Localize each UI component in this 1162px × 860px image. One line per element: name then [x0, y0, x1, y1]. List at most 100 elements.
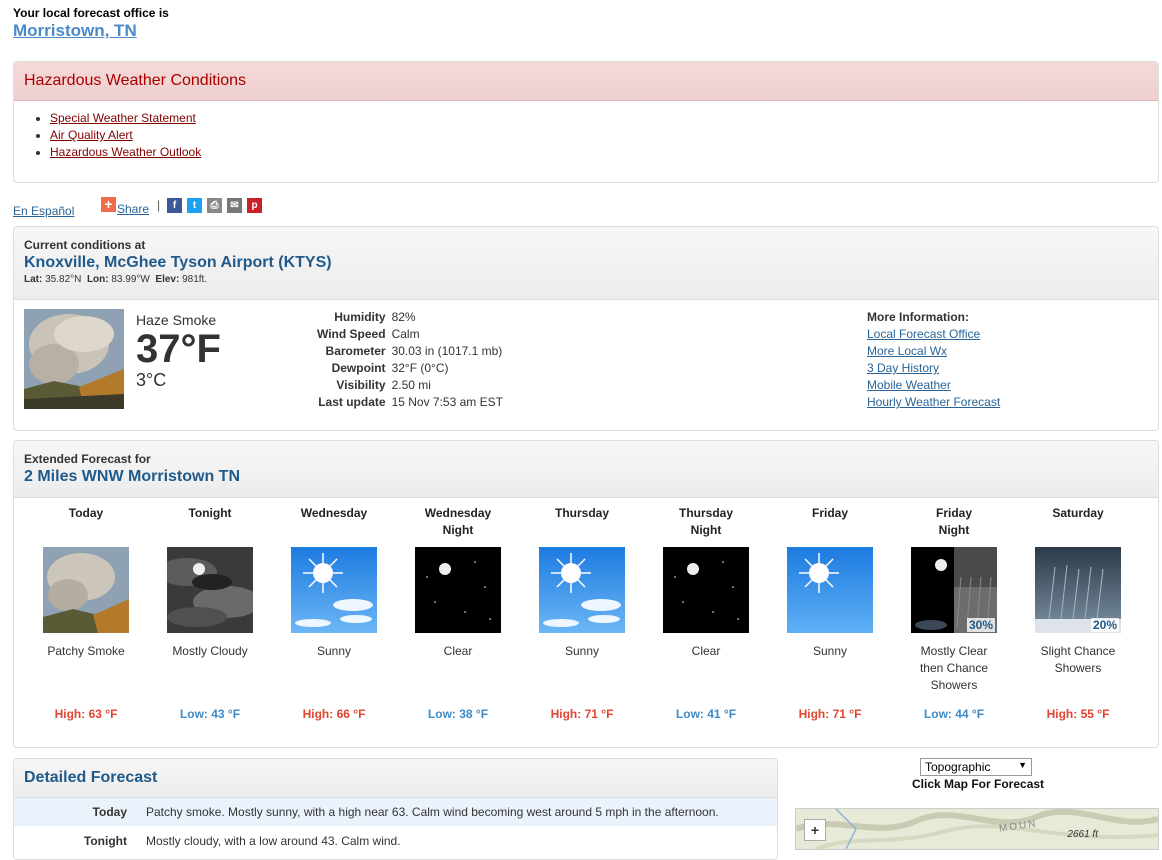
period-name-line: Friday	[935, 506, 972, 520]
detail-value: 2.50 mi	[391, 378, 431, 392]
period-name: Saturday	[1016, 505, 1140, 539]
more-info-link[interactable]: Local Forecast Office	[867, 326, 1000, 343]
forecast-period: Today Patchy Smoke High: 63 °F	[24, 505, 148, 721]
table-row: Visibility 2.50 mi	[314, 377, 506, 394]
period-description: Sunny	[520, 643, 644, 697]
period-temp: Low: 38 °F	[427, 707, 489, 721]
map-zoom-in-button[interactable]: +	[804, 819, 826, 841]
period-name-line: Saturday	[1052, 506, 1104, 520]
period-name: Wednesday	[272, 505, 396, 539]
period-description: Clear	[644, 643, 768, 697]
forecast-period: Thursday Night Clear Low: 41 °F	[644, 505, 768, 721]
twitter-icon[interactable]: t	[187, 198, 202, 213]
period-name: Tonight	[148, 505, 272, 539]
period-description-line: Sunny	[316, 644, 352, 658]
forecast-icon-box	[415, 547, 501, 633]
lon-value: 83.99°W	[111, 274, 150, 285]
lon-label: Lon:	[86, 274, 109, 285]
forecast-period: Saturday 20% Slight Chance Showers High: 55 …	[1016, 505, 1140, 721]
mostly-cloudy-night-icon	[167, 547, 253, 633]
share-link[interactable]: Share	[117, 202, 149, 216]
table-row: Last update 15 Nov 7:53 am EST	[314, 394, 506, 411]
detail-key: Wind Speed	[317, 327, 386, 341]
period-description-line: Sunny	[564, 644, 600, 658]
period-name-line: Thursday	[678, 506, 733, 520]
period-temp: High: 66 °F	[302, 707, 366, 721]
period-name-line: Wednesday	[300, 506, 368, 520]
email-icon[interactable]: ✉	[227, 198, 242, 213]
forecast-map[interactable]: + MOUN 2661 ft	[795, 808, 1159, 850]
period-temp: High: 55 °F	[1046, 707, 1110, 721]
forecast-icon-box	[539, 547, 625, 633]
period-description: Slight Chance Showers	[1016, 643, 1140, 697]
detailed-forecast-panel: Detailed Forecast Today Patchy smoke. Mo…	[13, 758, 778, 860]
period-description-line: Patchy Smoke	[47, 644, 125, 658]
period-name-line: Friday	[811, 506, 848, 520]
period-description-line: Slight Chance	[1040, 644, 1116, 658]
period-description-line: Showers	[1054, 661, 1102, 675]
map-terrain	[796, 809, 1158, 849]
forecast-period: Friday Sunny High: 71 °F	[768, 505, 892, 721]
more-info-link[interactable]: Hourly Weather Forecast	[867, 394, 1000, 411]
more-info-link[interactable]: More Local Wx	[867, 343, 1000, 360]
current-weather-description: Haze Smoke	[136, 312, 217, 328]
period-name: Today	[24, 505, 148, 539]
smoke-icon	[24, 309, 124, 409]
smoke-icon	[43, 547, 129, 633]
hazard-header: Hazardous Weather Conditions	[14, 62, 1158, 101]
detail-value: Calm	[391, 327, 420, 341]
period-temp: High: 71 °F	[798, 707, 862, 721]
sunny-icon	[539, 547, 625, 633]
period-description-line: Mostly Cloudy	[172, 644, 248, 658]
period-name-line: Tonight	[188, 506, 232, 520]
extended-forecast-header: Extended Forecast for 2 Miles WNW Morris…	[14, 441, 1158, 498]
period-description-line: Sunny	[812, 644, 848, 658]
map-elevation-label: 2661 ft	[1067, 829, 1098, 840]
hazard-link[interactable]: Hazardous Weather Outlook	[50, 145, 201, 159]
list-item: Hazardous Weather Outlook	[50, 144, 201, 161]
period-temp: Low: 43 °F	[179, 707, 241, 721]
list-item: Air Quality Alert	[50, 127, 201, 144]
period-temp: Low: 44 °F	[923, 707, 985, 721]
detail-value: 82%	[391, 310, 416, 324]
period-name: Friday	[768, 505, 892, 539]
facebook-icon[interactable]: f	[167, 198, 182, 213]
precip-chance: 30%	[966, 618, 995, 632]
chevron-down-icon: ▼	[1018, 760, 1027, 770]
period-name: Wednesday Night	[396, 505, 520, 539]
period-description: Mostly Cloudy	[148, 643, 272, 697]
hazard-link[interactable]: Special Weather Statement	[50, 111, 196, 125]
print-icon[interactable]: ⎙	[207, 198, 222, 213]
extended-forecast-panel: Extended Forecast for 2 Miles WNW Morris…	[13, 440, 1159, 748]
period-name: Thursday	[520, 505, 644, 539]
lat-label: Lat:	[24, 274, 43, 285]
period-description-line: Clear	[443, 644, 473, 658]
more-info-link[interactable]: Mobile Weather	[867, 377, 1000, 394]
detail-key: Humidity	[334, 310, 386, 324]
share-plus-icon[interactable]: +	[101, 197, 116, 212]
hazard-link[interactable]: Air Quality Alert	[50, 128, 133, 142]
office-link[interactable]: Morristown, TN	[13, 21, 137, 41]
pinterest-icon[interactable]: p	[247, 198, 262, 213]
period-description-line: Clear	[691, 644, 721, 658]
period-name-line: Today	[68, 506, 104, 520]
detailed-period: Tonight	[83, 834, 127, 848]
detail-key: Dewpoint	[331, 361, 386, 375]
forecast-period: Thursday Sunny High: 71 °F	[520, 505, 644, 721]
more-info-link[interactable]: 3 Day History	[867, 360, 1000, 377]
current-conditions-header: Current conditions at Knoxville, McGhee …	[14, 227, 1158, 300]
map-type-select[interactable]: Topographic ▼	[920, 758, 1032, 776]
share-separator: |	[157, 198, 161, 212]
station-name: Knoxville, McGhee Tyson Airport (KTYS)	[24, 254, 332, 271]
period-name: Thursday Night	[644, 505, 768, 539]
period-temp: High: 71 °F	[550, 707, 614, 721]
detail-key: Barometer	[325, 344, 386, 358]
espanol-link[interactable]: En Español	[13, 204, 74, 218]
current-temp-c: 3°C	[136, 370, 167, 390]
table-row: Tonight Mostly cloudy, with a low around…	[14, 827, 777, 855]
forecast-period: Wednesday Night Clear Low: 38 °F	[396, 505, 520, 721]
period-name-line: Night	[690, 523, 722, 537]
clear-night-icon	[415, 547, 501, 633]
current-details-table: Humidity 82% Wind Speed Calm Barometer 30.0…	[314, 309, 506, 411]
detail-value: 32°F (0°C)	[391, 361, 449, 375]
